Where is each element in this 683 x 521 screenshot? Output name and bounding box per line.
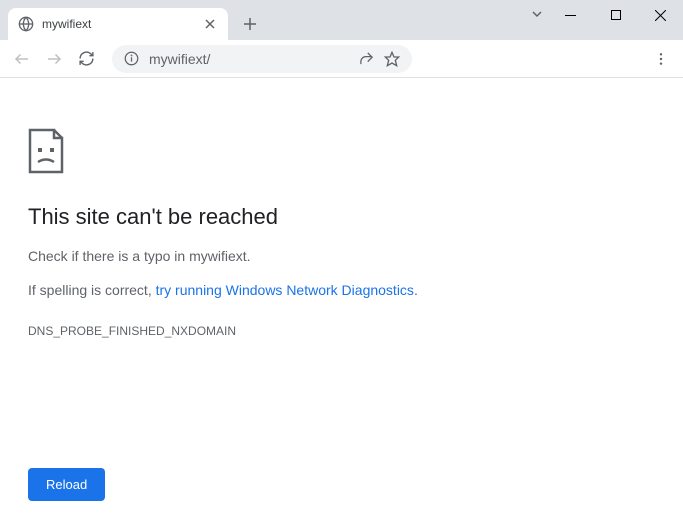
menu-button[interactable] xyxy=(647,45,675,73)
new-tab-button[interactable] xyxy=(236,10,264,38)
address-bar[interactable]: mywifiext/ xyxy=(112,45,412,73)
info-icon[interactable] xyxy=(124,51,139,66)
browser-tab[interactable]: mywifiext xyxy=(8,8,228,40)
toolbar: mywifiext/ xyxy=(0,40,683,78)
share-icon[interactable] xyxy=(359,51,374,66)
suggestion-prefix: If spelling is correct, xyxy=(28,282,156,298)
error-suggestion: If spelling is correct, try running Wind… xyxy=(28,282,655,298)
maximize-button[interactable] xyxy=(593,0,638,30)
close-window-button[interactable] xyxy=(638,0,683,30)
forward-button[interactable] xyxy=(40,45,68,73)
error-code: DNS_PROBE_FINISHED_NXDOMAIN xyxy=(28,324,655,338)
network-diagnostics-link[interactable]: try running Windows Network Diagnostics xyxy=(156,282,414,298)
globe-icon xyxy=(18,16,34,32)
window-controls xyxy=(548,0,683,30)
error-page-content: This site can't be reached Check if ther… xyxy=(0,78,683,521)
url-text: mywifiext/ xyxy=(149,51,349,67)
titlebar: mywifiext xyxy=(0,0,683,40)
error-subtext: Check if there is a typo in mywifiext. xyxy=(28,248,655,264)
bookmark-icon[interactable] xyxy=(384,51,400,67)
tab-dropdown-icon[interactable] xyxy=(531,8,543,20)
close-tab-button[interactable] xyxy=(202,16,218,32)
minimize-button[interactable] xyxy=(548,0,593,30)
reload-button[interactable] xyxy=(72,45,100,73)
suggestion-suffix: . xyxy=(414,282,418,298)
reload-page-button[interactable]: Reload xyxy=(28,468,105,501)
toolbar-right xyxy=(647,45,675,73)
tab-title: mywifiext xyxy=(42,17,202,31)
sad-page-icon xyxy=(28,128,655,174)
error-heading: This site can't be reached xyxy=(28,204,655,230)
back-button[interactable] xyxy=(8,45,36,73)
